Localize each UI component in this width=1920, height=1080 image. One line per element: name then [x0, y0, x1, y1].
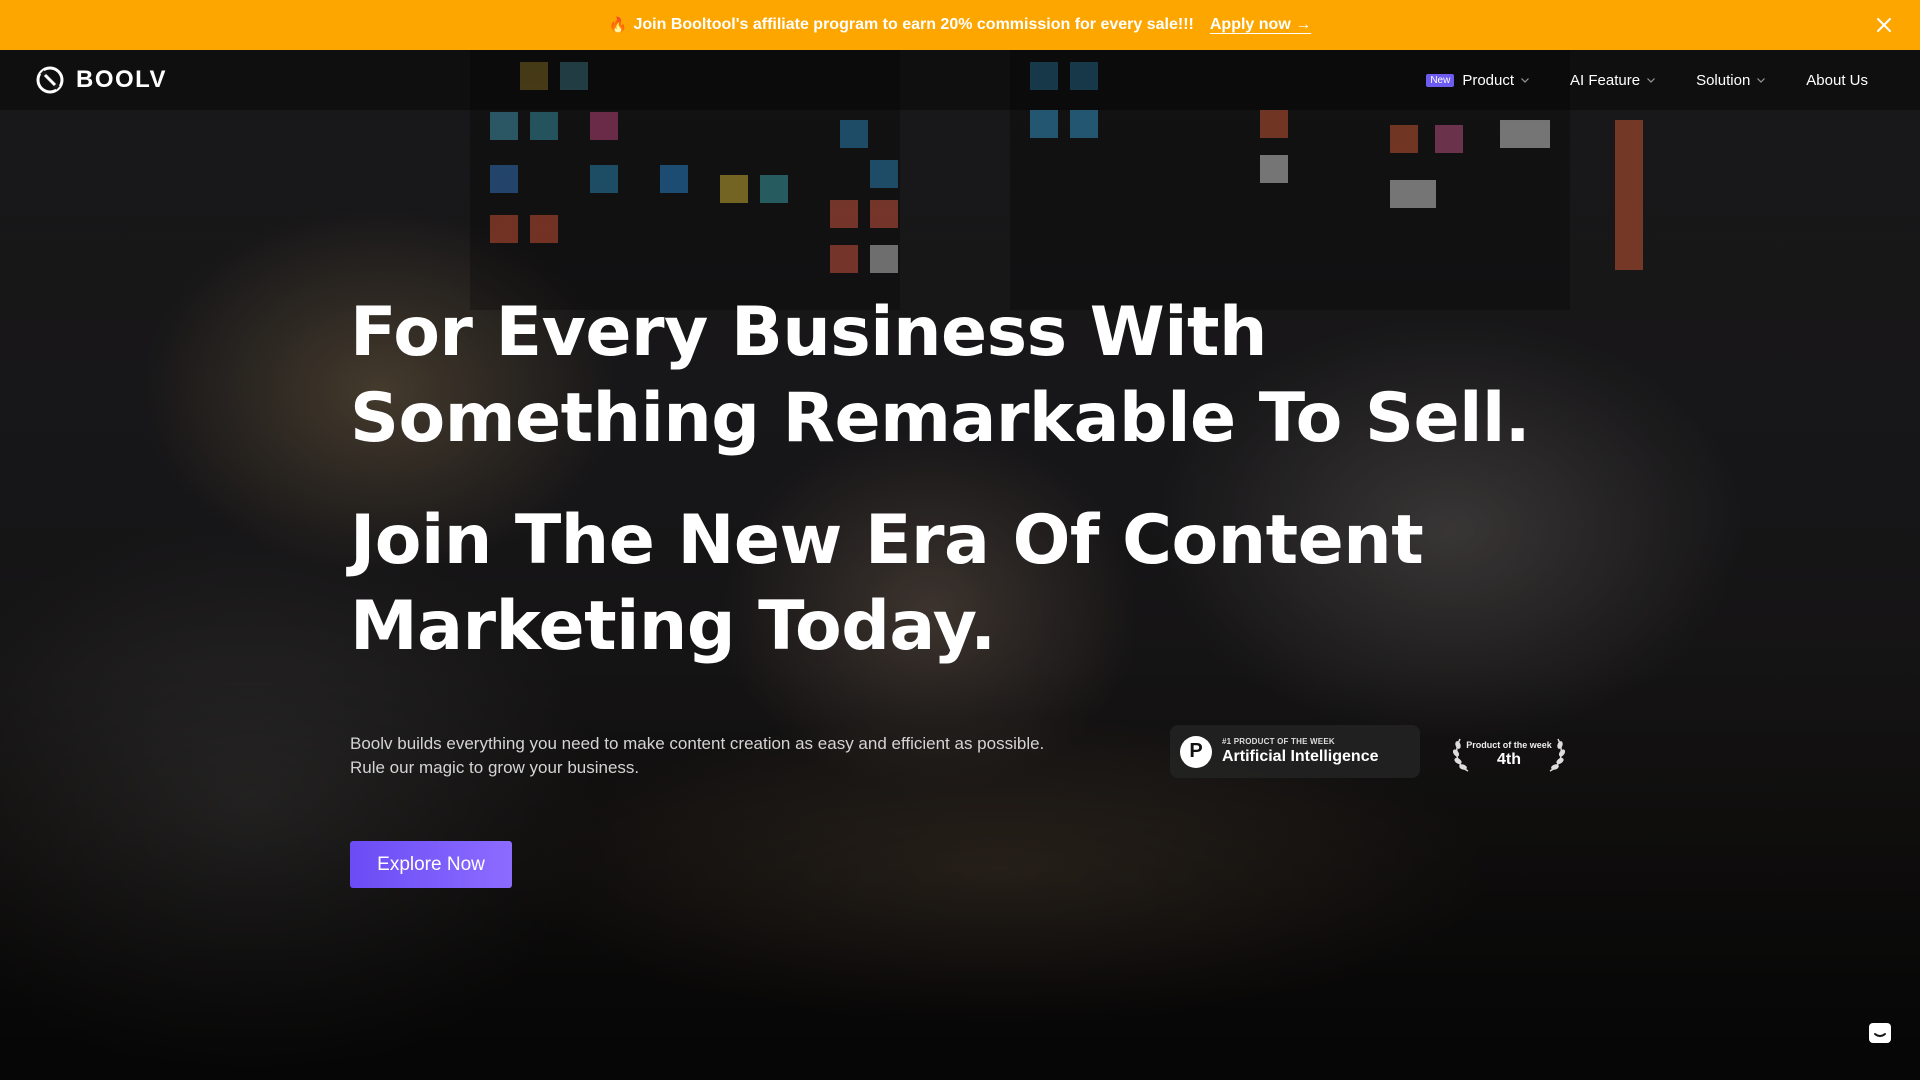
logo-text: BOOLV [76, 66, 168, 93]
nav-menu: New Product AI Feature Solution About Us [1426, 72, 1868, 89]
nav-item-about-us[interactable]: About Us [1806, 72, 1868, 89]
potw-rank: 4th [1496, 750, 1521, 768]
ph-badge-category: Artificial Intelligence [1222, 748, 1379, 765]
nav-item-label: About Us [1806, 71, 1868, 89]
fire-icon: 🔥 [608, 17, 628, 34]
hero-subheadline: Join The New Era Of Content Marketing To… [350, 501, 1424, 666]
chat-icon[interactable] [1866, 1020, 1894, 1048]
product-of-the-week-badge[interactable]: Product of the week 4th [1450, 733, 1568, 775]
nav-item-solution[interactable]: Solution [1696, 72, 1766, 89]
ph-badge-caption: #1 PRODUCT OF THE WEEK [1222, 737, 1335, 746]
explore-now-button[interactable]: Explore Now [350, 841, 512, 888]
close-icon[interactable] [1872, 13, 1896, 37]
laurel-icon [1452, 738, 1469, 772]
nav-item-ai-feature[interactable]: AI Feature [1570, 72, 1656, 89]
potw-caption: Product of the week [1466, 739, 1552, 750]
nav-item-label: AI Feature [1570, 71, 1641, 89]
top-nav: BOOLV New Product AI Feature Solution Ab… [0, 50, 1920, 110]
chevron-down-icon [1521, 78, 1529, 83]
apply-now-link[interactable]: Apply now → [1210, 16, 1311, 34]
nav-item-label: Product [1462, 71, 1515, 89]
new-badge: New [1426, 73, 1455, 87]
chevron-down-icon [1757, 78, 1766, 83]
affiliate-banner: 🔥 Join Booltool's affiliate program to e… [0, 0, 1920, 50]
product-hunt-badge[interactable]: P #1 PRODUCT OF THE WEEK Artificial Inte… [1170, 725, 1420, 778]
boolv-logo-icon [36, 66, 64, 94]
nav-item-label: Solution [1696, 71, 1751, 89]
hero-description: Boolv builds everything you need to make… [350, 732, 1150, 780]
description-line: Boolv builds everything you need to make… [350, 734, 1045, 753]
description-line: Rule our magic to grow your business. [350, 758, 640, 777]
logo[interactable]: BOOLV [36, 66, 167, 94]
laurel-icon [1549, 738, 1566, 772]
hero-headline: For Every Business With Something Remark… [350, 293, 1531, 458]
product-hunt-icon: P [1180, 735, 1212, 768]
banner-text: Join Booltool's affiliate program to ear… [633, 16, 1194, 33]
chevron-down-icon [1647, 78, 1656, 83]
nav-item-product[interactable]: New Product [1426, 72, 1530, 89]
